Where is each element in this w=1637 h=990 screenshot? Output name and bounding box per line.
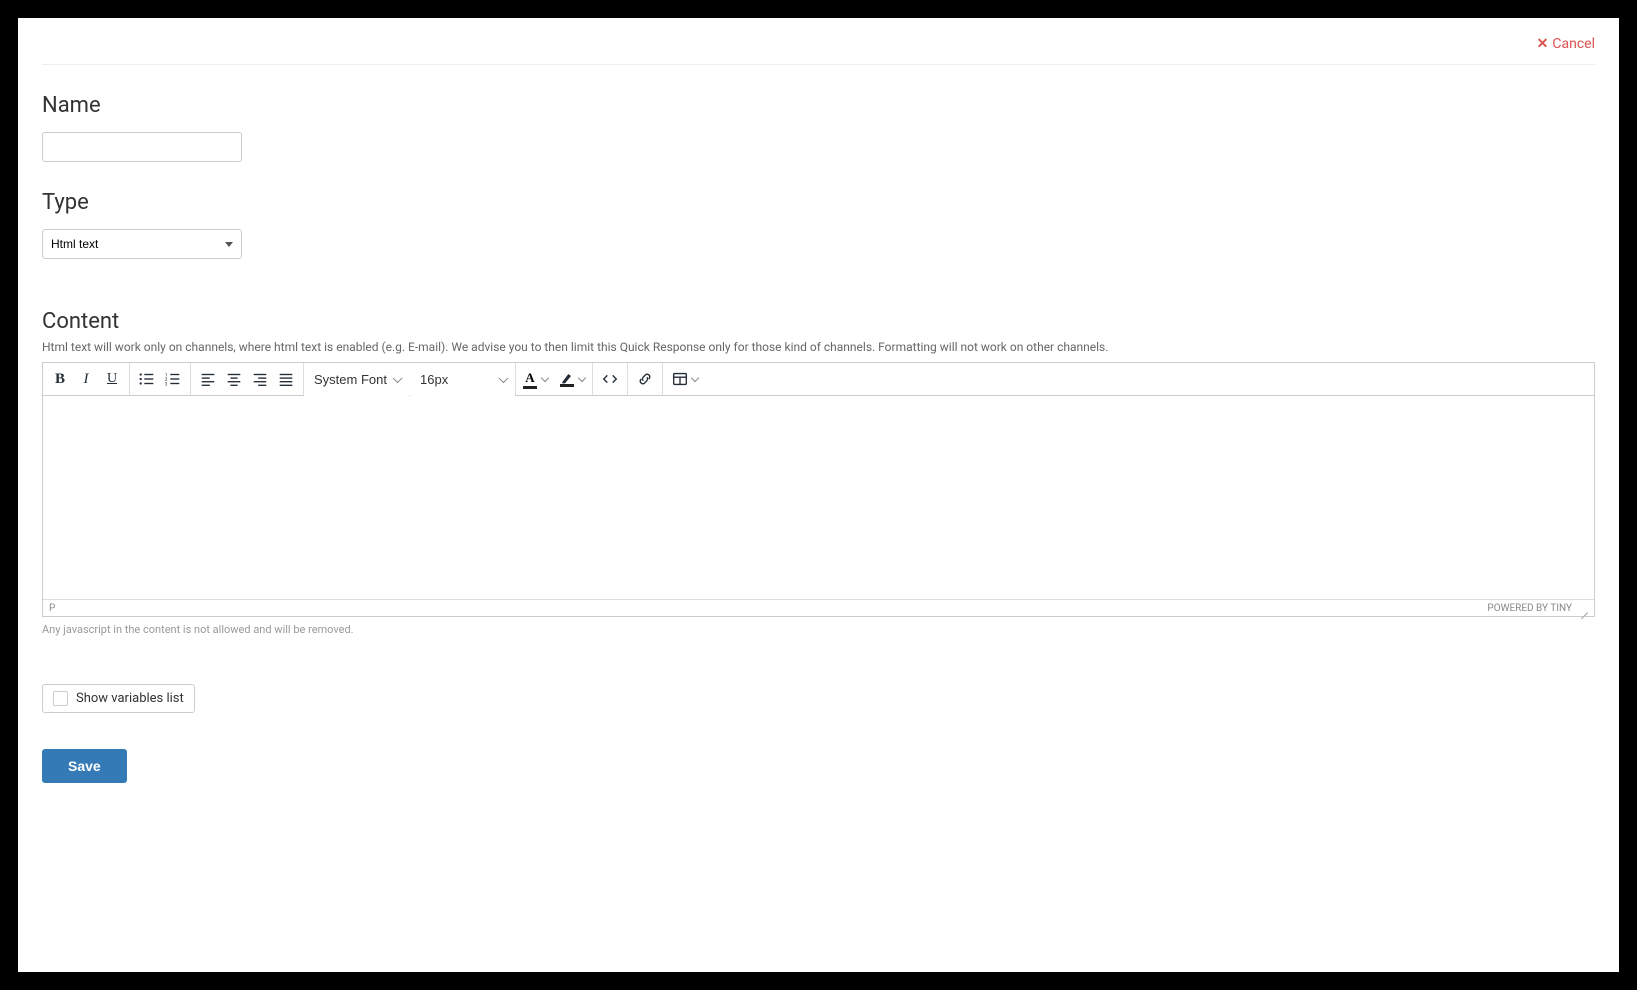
name-input[interactable] (42, 132, 242, 162)
source-code-button[interactable] (597, 366, 623, 392)
align-right-button[interactable] (247, 366, 273, 392)
italic-button[interactable]: I (73, 366, 99, 392)
page-root: ✕ Cancel Name Type Html text Content Htm… (18, 18, 1619, 972)
highlight-icon (560, 372, 574, 387)
type-select[interactable]: Html text (42, 229, 242, 259)
toolbar-group-code (593, 363, 628, 395)
align-right-icon (251, 370, 269, 388)
type-label: Type (42, 190, 1595, 215)
numbered-list-icon: 123 (164, 370, 182, 388)
text-color-button[interactable]: A (520, 370, 551, 389)
editor-status-bar: P POWERED BY TINY (43, 599, 1594, 616)
type-section: Type Html text (42, 190, 1595, 259)
content-footnote: Any javascript in the content is not all… (42, 623, 1595, 636)
content-help-text: Html text will work only on channels, wh… (42, 340, 1595, 354)
underline-button[interactable]: U (99, 366, 125, 392)
align-justify-icon (277, 370, 295, 388)
toolbar-group-table (663, 363, 706, 395)
svg-text:3: 3 (165, 381, 168, 387)
name-label: Name (42, 93, 1595, 118)
align-justify-button[interactable] (273, 366, 299, 392)
font-size-select-wrap: 16px (409, 363, 515, 396)
bullet-list-icon (138, 370, 156, 388)
save-button[interactable]: Save (42, 749, 127, 783)
page-header: ✕ Cancel (42, 18, 1595, 65)
show-variables-checkbox[interactable] (53, 691, 68, 706)
toolbar-group-colors: A (516, 363, 593, 395)
editor-content-area[interactable] (43, 396, 1594, 599)
chevron-down-icon (541, 373, 549, 381)
insert-table-button[interactable] (667, 366, 702, 392)
editor-element-path[interactable]: P (49, 603, 55, 614)
link-icon (636, 370, 654, 388)
powered-by-label[interactable]: POWERED BY TINY (1487, 603, 1572, 614)
code-icon (601, 370, 619, 388)
numbered-list-button[interactable]: 123 (160, 366, 186, 392)
italic-icon: I (84, 371, 89, 388)
chevron-down-icon (691, 373, 699, 381)
font-family-select[interactable]: System Font (304, 363, 409, 396)
resize-handle[interactable] (1578, 603, 1588, 613)
text-color-icon: A (523, 370, 537, 389)
chevron-down-icon (578, 373, 586, 381)
align-left-button[interactable] (195, 366, 221, 392)
font-family-select-wrap: System Font (304, 363, 409, 396)
toolbar-group-link (628, 363, 663, 395)
type-select-wrap: Html text (42, 229, 242, 259)
toolbar-group-lists: 123 (130, 363, 191, 395)
content-label: Content (42, 309, 1595, 334)
insert-link-button[interactable] (632, 366, 658, 392)
toolbar-group-fonts: System Font 16px (304, 363, 516, 395)
cancel-label: Cancel (1552, 36, 1595, 52)
align-center-button[interactable] (221, 366, 247, 392)
align-center-icon (225, 370, 243, 388)
font-size-select[interactable]: 16px (410, 363, 515, 396)
bullet-list-button[interactable] (134, 366, 160, 392)
bold-button[interactable]: B (47, 366, 73, 392)
name-section: Name (42, 93, 1595, 162)
editor-toolbar: B I U 123 (43, 363, 1594, 396)
underline-icon: U (107, 371, 117, 387)
show-variables-label[interactable]: Show variables list (76, 691, 184, 706)
bold-icon: B (55, 371, 65, 388)
table-icon (671, 370, 689, 388)
highlight-color-button[interactable] (557, 372, 588, 387)
content-section: Content Html text will work only on chan… (42, 309, 1595, 636)
toolbar-group-align (191, 363, 304, 395)
align-left-icon (199, 370, 217, 388)
close-icon: ✕ (1537, 36, 1549, 52)
rich-text-editor: B I U 123 (42, 362, 1595, 617)
toolbar-group-text-style: B I U (43, 363, 130, 395)
cancel-button[interactable]: ✕ Cancel (1537, 36, 1595, 52)
show-variables-toggle[interactable]: Show variables list (42, 684, 195, 713)
